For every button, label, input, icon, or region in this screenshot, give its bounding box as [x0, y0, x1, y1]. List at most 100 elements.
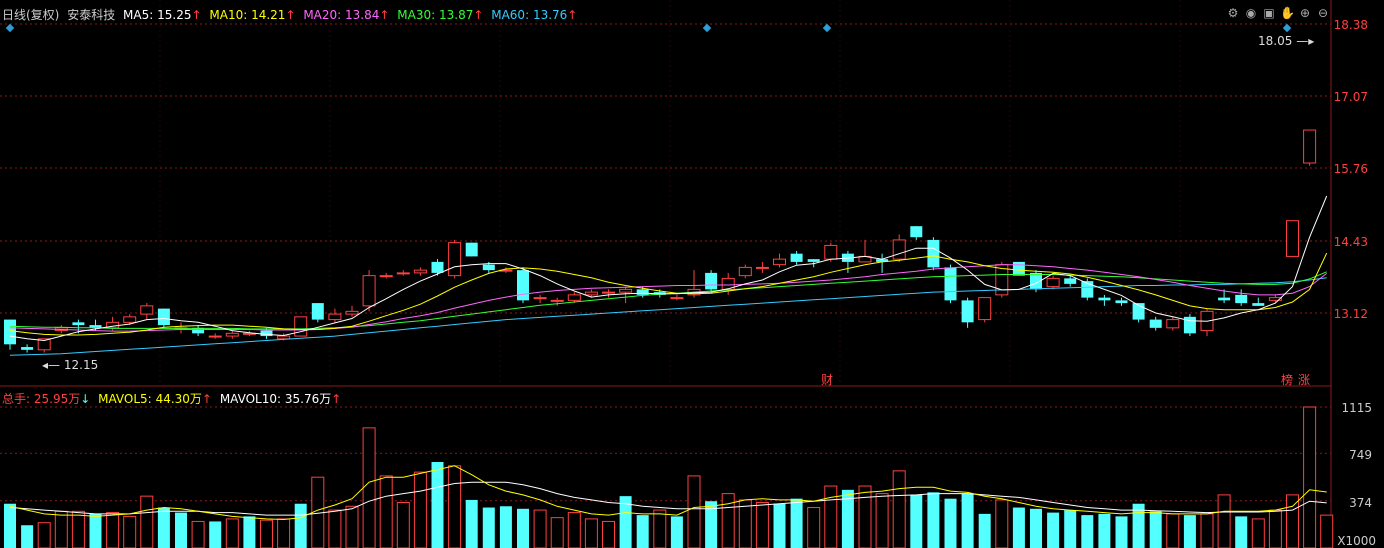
eye-icon[interactable]: ◉	[1244, 6, 1258, 20]
volume-bar-up	[260, 519, 273, 548]
volume-bar-down	[1149, 511, 1162, 548]
volume-bar-up	[123, 515, 137, 548]
volume-bar-up	[1268, 509, 1282, 548]
marker-cai[interactable]: 财	[821, 371, 833, 388]
volume-bar-up	[396, 501, 410, 548]
ma20-label: MA20: 13.84↑	[303, 8, 390, 22]
volume-bar-up	[1303, 406, 1317, 548]
candle-body-down	[910, 226, 923, 238]
ma5-label: MA5: 15.25↑	[123, 8, 202, 22]
event-diamond-icon	[702, 23, 712, 33]
zoom-in-icon[interactable]: ⊕	[1298, 6, 1312, 20]
volume-bar-down	[89, 513, 102, 548]
ma30-label: MA30: 13.87↑	[397, 8, 484, 22]
marker-bang[interactable]: 榜	[1281, 371, 1293, 388]
volume-bar-down	[1030, 508, 1042, 548]
volume-bar-up	[379, 475, 393, 548]
candle-body-down	[1235, 294, 1248, 304]
period-label[interactable]: 日线(复权)	[2, 8, 59, 22]
candle-body-down	[260, 330, 273, 337]
candle-body-down	[927, 239, 940, 268]
ma5-line	[9, 195, 1328, 342]
candle-body-up	[670, 297, 684, 300]
volume-bar-up	[875, 493, 889, 548]
candle-body-up	[362, 275, 376, 307]
volume-bar-down	[294, 503, 307, 548]
candle-body-up	[345, 310, 359, 315]
zoom-out-icon[interactable]: ⊖	[1316, 6, 1330, 20]
ma60-line	[9, 277, 1327, 356]
volume-bar-down	[1115, 516, 1128, 548]
candle-body-up	[824, 244, 838, 260]
candle-body-up	[208, 335, 222, 338]
candle-body-down	[1098, 297, 1111, 301]
candle-body-down	[705, 272, 718, 290]
volume-bar-up	[687, 475, 701, 548]
candle-body-down	[517, 270, 529, 301]
volume-bar-down	[1064, 510, 1077, 548]
candle-body-up	[567, 294, 581, 301]
volume-bar-down	[1235, 516, 1248, 548]
candle-body-up	[584, 291, 598, 296]
ma60-label: MA60: 13.76↑	[491, 8, 578, 22]
volume-bar-down	[636, 515, 649, 548]
candle-body-up	[755, 266, 769, 269]
volume-bar-up	[1251, 518, 1265, 548]
price-tick-1838: 18.38	[1333, 18, 1368, 32]
vol-tick-374: 374	[1349, 496, 1372, 510]
mavol10-line	[9, 481, 1327, 516]
gear-icon[interactable]: ⚙	[1226, 6, 1240, 20]
volume-bar-down	[157, 507, 170, 548]
candle-body-up	[602, 291, 615, 294]
volume-bar-up	[653, 509, 667, 548]
vol-unit: X1000	[1337, 534, 1376, 548]
vol-tick-1115: 1115	[1341, 401, 1372, 415]
volume-bar-up	[721, 493, 735, 548]
vol-tick-749: 749	[1349, 448, 1372, 462]
volume-bar-up	[824, 485, 838, 548]
volume-bar-down	[175, 512, 187, 548]
candle-body-up	[1046, 277, 1060, 288]
candle-body-down	[1115, 300, 1128, 304]
candle-body-up	[738, 266, 752, 277]
mavol10-label: MAVOL10: 35.76万↑	[219, 392, 342, 406]
candle-body-up	[1303, 129, 1317, 164]
high-annotation: 18.05 —▸	[1258, 34, 1315, 48]
candle-body-up	[413, 269, 427, 274]
price-tick-1312: 13.12	[1333, 307, 1368, 321]
volume-bar-down	[790, 498, 803, 548]
volume-bar-down	[4, 503, 16, 548]
hand-icon[interactable]: ✋	[1280, 6, 1295, 20]
volume-bar-up	[1200, 513, 1214, 548]
candle-body-up	[379, 275, 393, 278]
volume-bar-up	[106, 512, 120, 548]
mavol5-line	[9, 465, 1327, 521]
volume-bar-down	[944, 498, 957, 548]
candle-body-down	[790, 253, 803, 262]
mavol5-label: MAVOL5: 44.30万↑	[98, 392, 212, 406]
volume-bar-up	[533, 509, 547, 548]
candle-body-down	[21, 347, 34, 350]
volume-bar-up	[328, 509, 342, 548]
candle-body-up	[773, 258, 786, 266]
box-icon[interactable]: ▣	[1262, 6, 1276, 20]
volume-bar-down	[978, 513, 991, 548]
volume-bar-up	[567, 512, 581, 548]
candle-body-down	[1252, 303, 1265, 306]
event-diamond-icon	[5, 23, 15, 33]
candle-body-up	[892, 239, 906, 260]
volume-bar-down	[773, 503, 786, 548]
candle-body-down	[72, 322, 85, 326]
marker-zhang[interactable]: 涨	[1298, 371, 1310, 388]
volume-bar-down	[670, 516, 683, 548]
candle-body-up	[123, 316, 137, 323]
kline-chart[interactable]	[0, 0, 1384, 548]
volume-bar-down	[1012, 507, 1025, 548]
stock-name: 安泰科技	[67, 8, 116, 22]
volume-bar-up	[448, 465, 462, 548]
candle-body-up	[1166, 319, 1180, 329]
candle-body-up	[619, 288, 633, 293]
volume-bar-up	[413, 471, 427, 548]
volume-bar-up	[345, 505, 359, 548]
candle-body-down	[1064, 278, 1077, 284]
